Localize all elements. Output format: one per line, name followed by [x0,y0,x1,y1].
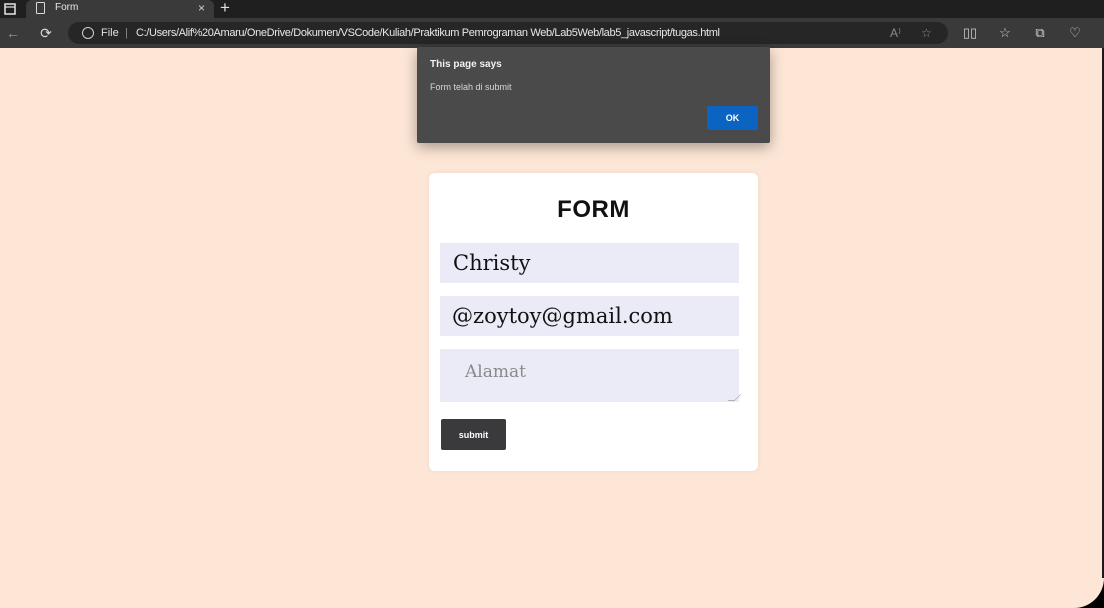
favorite-star-icon[interactable]: ☆ [921,26,932,40]
tab-form[interactable]: Form × [26,0,214,18]
screen: Form × + ← ⟳ File | C:/Users/Alif%20Amar… [0,0,1104,608]
tab-actions-icon[interactable] [2,1,18,17]
address-bar[interactable]: File | C:/Users/Alif%20Amaru/OneDrive/Do… [68,22,948,44]
back-icon[interactable]: ← [4,24,22,42]
collections-icon[interactable]: ⧉ [1031,24,1049,42]
alert-message: Form telah di submit [430,82,512,92]
name-input[interactable] [440,243,739,283]
submit-button[interactable]: submit [441,419,506,450]
split-screen-icon[interactable]: ▯▯ [961,24,979,42]
url-scheme: File [101,27,119,39]
email-input[interactable] [440,296,739,336]
new-tab-icon[interactable]: + [220,0,230,18]
ok-button[interactable]: OK [707,106,758,130]
refresh-icon[interactable]: ⟳ [37,24,55,42]
info-icon[interactable] [82,27,94,39]
address-textarea[interactable] [440,349,739,402]
form-title: FORM [557,196,630,223]
read-aloud-icon[interactable]: A⁾ [890,26,901,40]
url-text[interactable]: C:/Users/Alif%20Amaru/OneDrive/Dokumen/V… [136,26,936,40]
alert-dialog: This page says Form telah di submit OK [417,47,770,143]
browser-essentials-icon[interactable]: ♡ [1066,24,1084,42]
close-tab-icon[interactable]: × [198,0,205,16]
form-card: FORM submit [429,173,758,471]
page-icon [36,2,45,14]
tab-strip: Form × + [0,0,1104,18]
tab-title: Form [55,2,79,13]
browser-toolbar: ← ⟳ File | C:/Users/Alif%20Amaru/OneDriv… [0,18,1104,48]
alert-title: This page says [430,59,502,70]
favorites-icon[interactable]: ☆ [996,24,1014,42]
url-separator: | [125,27,128,39]
